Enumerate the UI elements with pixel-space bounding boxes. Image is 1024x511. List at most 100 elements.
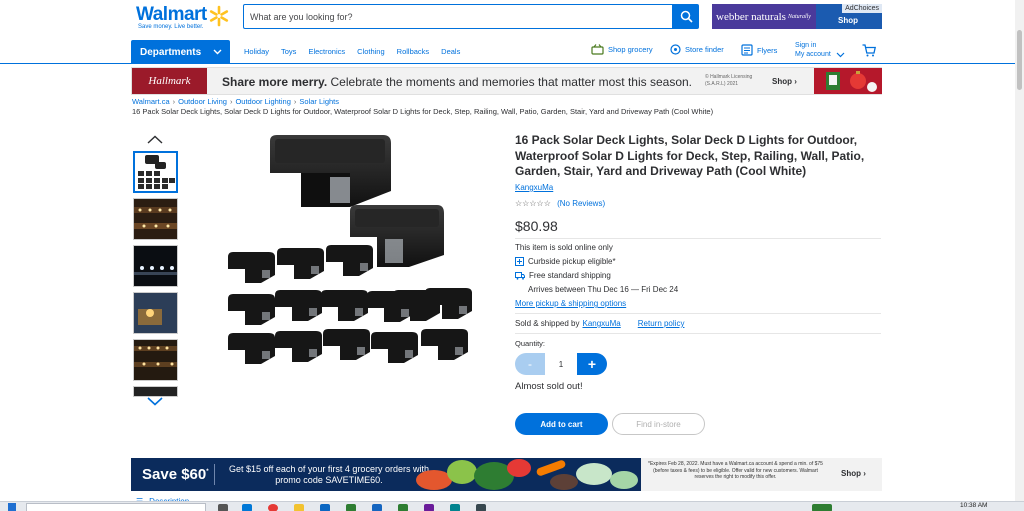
breadcrumb-outdoor-living[interactable]: Outdoor Living: [178, 97, 227, 106]
nav-link-electronics[interactable]: Electronics: [308, 47, 345, 56]
windows-start-icon[interactable]: [8, 503, 16, 511]
hallmark-shop-link[interactable]: Shop ›: [772, 77, 797, 86]
search-button[interactable]: [673, 4, 699, 29]
divider: [214, 464, 215, 485]
ad-shop-label: Shop: [838, 16, 858, 25]
page-scrollbar[interactable]: [1015, 0, 1024, 501]
find-in-store-button[interactable]: Find in-store: [612, 413, 705, 435]
taskbar-search[interactable]: [26, 503, 206, 511]
chevron-down-icon: [213, 49, 222, 55]
thumbnail-lights-dark-image: [134, 246, 177, 286]
stock-warning: Almost sold out!: [515, 381, 583, 392]
edge-icon[interactable]: [242, 504, 252, 511]
app-icon[interactable]: [424, 504, 434, 511]
thumbnail-6[interactable]: [133, 386, 178, 397]
quantity-label: Quantity:: [515, 339, 546, 348]
walmart-logo[interactable]: Walmart Save money. Live better.: [136, 4, 236, 30]
store-icon[interactable]: [346, 504, 356, 511]
ad-banner-brand[interactable]: webber naturals Naturally: [712, 4, 816, 29]
app-icon[interactable]: [476, 504, 486, 511]
thumbnail-lights-image: [135, 153, 176, 191]
search-input[interactable]: [243, 4, 673, 29]
account-menu[interactable]: Sign in My account: [795, 41, 845, 59]
gallery-up-arrow-icon[interactable]: [147, 135, 163, 144]
shop-grocery-link[interactable]: Shop grocery: [591, 44, 653, 55]
thumbnail-2[interactable]: [133, 198, 178, 240]
breadcrumb-outdoor-lighting[interactable]: Outdoor Lighting: [235, 97, 290, 106]
shop-grocery-label: Shop grocery: [608, 45, 653, 54]
reviews-link[interactable]: (No Reviews): [557, 199, 605, 208]
divider: [515, 238, 881, 239]
star-rating-icon: ☆☆☆☆☆: [515, 199, 551, 208]
add-to-cart-button[interactable]: Add to cart: [515, 413, 608, 435]
promo-save-text: Save $60: [142, 466, 207, 483]
location-pin-icon: [670, 44, 681, 55]
arrival-text: Arrives between Thu Dec 16 — Fri Dec 24: [528, 285, 679, 294]
chrome-icon[interactable]: [268, 504, 278, 511]
mail-icon[interactable]: [320, 504, 330, 511]
return-policy-link[interactable]: Return policy: [638, 319, 685, 328]
file-explorer-icon[interactable]: [294, 504, 304, 511]
curbside-row: Curbside pickup eligible*: [515, 257, 616, 266]
promo-save-amount: Save $60*: [142, 466, 209, 483]
cart-icon[interactable]: [862, 44, 876, 57]
product-title: 16 Pack Solar Deck Lights, Solar Deck D …: [515, 133, 865, 178]
hallmark-ad-banner[interactable]: Hallmark Share more merry. Celebrate the…: [131, 67, 882, 95]
flyers-label: Flyers: [757, 45, 778, 55]
hallmark-product-image: [814, 68, 882, 94]
quantity-decrease-button[interactable]: -: [515, 353, 545, 375]
arrival-row: Arrives between Thu Dec 16 — Fri Dec 24: [528, 285, 678, 294]
nav-link-rollbacks[interactable]: Rollbacks: [397, 47, 430, 56]
nav-link-holiday[interactable]: Holiday: [244, 47, 269, 56]
curbside-text: Curbside pickup eligible*: [528, 257, 616, 266]
taskbar-clock[interactable]: 10:38 AM: [960, 502, 987, 509]
breadcrumb-solar-lights[interactable]: Solar Lights: [299, 97, 339, 106]
system-tray-icon[interactable]: [812, 504, 832, 511]
store-finder-label: Store finder: [685, 45, 724, 54]
hallmark-headline-rest: Celebrate the moments and memories that …: [330, 75, 693, 89]
thumbnail-deck-night-image: [134, 199, 177, 239]
nav-links: Holiday Toys Electronics Clothing Rollba…: [244, 47, 472, 56]
grocery-basket-icon: [591, 44, 604, 55]
nav-link-toys[interactable]: Toys: [281, 47, 296, 56]
breadcrumb-walmart[interactable]: Walmart.ca: [132, 97, 170, 106]
breadcrumb: Walmart.ca › Outdoor Living › Outdoor Lighti…: [132, 97, 714, 116]
thumbnail-5[interactable]: [133, 339, 178, 381]
ad-brand-name: webber naturals: [716, 10, 786, 23]
hallmark-headline-bold: Share more merry.: [222, 75, 328, 89]
seller-link[interactable]: KangxuMa: [583, 319, 621, 328]
product-price: $80.98: [515, 218, 558, 234]
thumbnail-list: [133, 151, 178, 402]
quantity-increase-button[interactable]: +: [577, 353, 607, 375]
app-icon[interactable]: [450, 504, 460, 511]
promo-text: Get $15 off each of your first 4 grocery…: [229, 464, 429, 485]
ad-banner-shop[interactable]: AdChoices Shop: [816, 4, 882, 29]
thumbnail-3[interactable]: [133, 245, 178, 287]
brand-link[interactable]: KangxuMa: [515, 183, 553, 192]
store-finder-link[interactable]: Store finder: [670, 44, 724, 55]
gallery-down-arrow-icon[interactable]: [147, 397, 163, 406]
flyers-link[interactable]: Flyers: [741, 44, 777, 56]
promo-banner[interactable]: Save $60* Get $15 off each of your first…: [131, 458, 882, 491]
quantity-value[interactable]: 1: [548, 353, 574, 375]
thumbnail-1[interactable]: [133, 151, 178, 193]
nav-link-clothing[interactable]: Clothing: [357, 47, 385, 56]
departments-button[interactable]: Departments: [131, 40, 230, 64]
excel-icon[interactable]: [398, 504, 408, 511]
hallmark-headline: Share more merry. Celebrate the moments …: [222, 75, 692, 89]
divider: [515, 333, 881, 334]
thumbnail-railing-image: [134, 340, 177, 380]
thumbnail-4[interactable]: [133, 292, 178, 334]
nav-link-deals[interactable]: Deals: [441, 47, 460, 56]
task-view-icon[interactable]: [218, 504, 228, 511]
adchoices-label[interactable]: AdChoices: [842, 4, 882, 13]
chevron-down-icon: [836, 52, 845, 57]
sold-online-note: This item is sold online only: [515, 243, 613, 252]
word-icon[interactable]: [372, 504, 382, 511]
os-taskbar: 10:38 AM: [0, 501, 1024, 511]
product-main-image[interactable]: [225, 133, 475, 378]
promo-shop-link[interactable]: Shop ›: [841, 469, 866, 478]
more-options-link[interactable]: More pickup & shipping options: [515, 299, 626, 308]
scrollbar-thumb[interactable]: [1017, 30, 1022, 90]
divider: [515, 313, 881, 314]
